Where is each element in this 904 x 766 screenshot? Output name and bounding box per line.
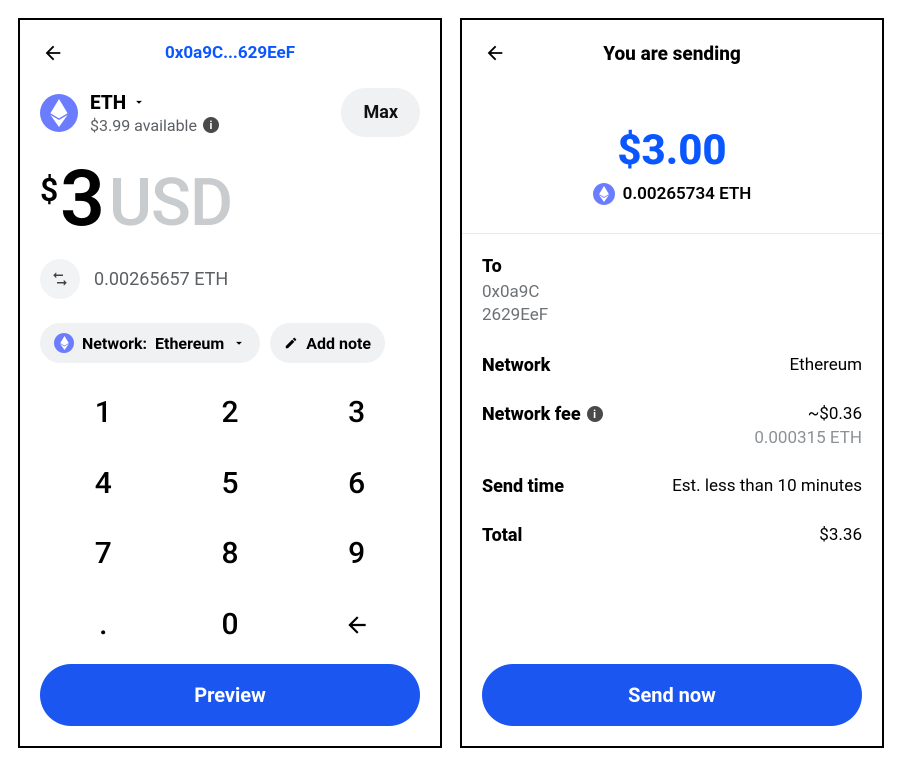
arrow-left-icon xyxy=(42,42,64,64)
asset-symbol: ETH xyxy=(90,91,126,114)
amount-display: $ 3 USD xyxy=(40,161,420,239)
key-2[interactable]: 2 xyxy=(167,377,294,448)
to-address-line1: 0x0a9C xyxy=(482,281,862,304)
key-7[interactable]: 7 xyxy=(40,519,167,590)
key-6[interactable]: 6 xyxy=(293,448,420,519)
key-5[interactable]: 5 xyxy=(167,448,294,519)
chevron-down-icon xyxy=(232,336,246,350)
network-label: Network xyxy=(482,355,550,376)
back-button[interactable] xyxy=(40,40,66,66)
ethereum-icon xyxy=(593,183,615,205)
page-title: You are sending xyxy=(508,42,836,65)
amount-eth: 0.00265734 ETH xyxy=(623,184,752,204)
key-0[interactable]: 0 xyxy=(167,589,294,660)
key-8[interactable]: 8 xyxy=(167,519,294,590)
options-row: Network: Ethereum Add note xyxy=(40,323,420,363)
key-dot[interactable]: . xyxy=(40,589,167,660)
amount-value: 3 xyxy=(60,161,103,239)
send-time-detail: Send time Est. less than 10 minutes xyxy=(482,476,862,497)
currency-code: USD xyxy=(109,171,232,237)
key-9[interactable]: 9 xyxy=(293,519,420,590)
preview-button[interactable]: Preview xyxy=(40,664,420,726)
header: You are sending xyxy=(482,34,862,72)
to-address-line2: 2629EeF xyxy=(482,304,862,327)
send-entry-screen: 0x0a9C...629EeF ETH $3.99 available i Ma… xyxy=(18,18,442,748)
swap-currency-button[interactable] xyxy=(40,259,80,299)
network-value: Ethereum xyxy=(790,355,863,375)
fee-eth: 0.000315 ETH xyxy=(754,428,862,448)
send-time-value: Est. less than 10 minutes xyxy=(672,476,862,496)
to-label: To xyxy=(482,256,862,277)
key-1[interactable]: 1 xyxy=(40,377,167,448)
header: 0x0a9C...629EeF xyxy=(40,34,420,72)
ethereum-icon xyxy=(54,333,74,353)
ethereum-icon xyxy=(40,94,78,132)
send-time-label: Send time xyxy=(482,476,564,497)
send-confirm-screen: You are sending $3.00 0.00265734 ETH To … xyxy=(460,18,884,748)
info-icon[interactable]: i xyxy=(587,406,603,422)
send-now-button[interactable]: Send now xyxy=(482,664,862,726)
amount-usd: $3.00 xyxy=(617,126,726,175)
conversion-row: 0.00265657 ETH xyxy=(40,259,420,299)
back-button[interactable] xyxy=(482,40,508,66)
add-note-label: Add note xyxy=(306,334,371,353)
arrow-left-icon xyxy=(344,612,370,638)
total-label: Total xyxy=(482,525,522,546)
info-icon[interactable]: i xyxy=(203,117,219,133)
arrow-left-icon xyxy=(484,42,506,64)
fee-detail: Network fee i ~$0.36 0.000315 ETH xyxy=(482,404,862,448)
total-value: $3.36 xyxy=(819,525,862,545)
key-backspace[interactable] xyxy=(293,589,420,660)
key-4[interactable]: 4 xyxy=(40,448,167,519)
add-note-button[interactable]: Add note xyxy=(270,323,385,363)
fee-label: Network fee xyxy=(482,404,581,425)
network-name: Ethereum xyxy=(155,334,224,353)
max-button[interactable]: Max xyxy=(341,88,420,137)
flex-spacer xyxy=(482,546,862,660)
network-prefix: Network: xyxy=(82,334,147,353)
divider xyxy=(462,233,882,234)
swap-icon xyxy=(51,270,69,288)
fee-usd: ~$0.36 xyxy=(754,404,862,424)
converted-amount: 0.00265657 ETH xyxy=(94,269,228,290)
asset-selector[interactable]: ETH $3.99 available i xyxy=(90,91,219,135)
confirm-amount: $3.00 0.00265734 ETH xyxy=(482,126,862,205)
recipient-detail: To 0x0a9C 2629EeF xyxy=(482,256,862,327)
pencil-icon xyxy=(284,336,298,350)
currency-symbol: $ xyxy=(40,161,58,209)
chevron-down-icon xyxy=(132,95,146,109)
total-detail: Total $3.36 xyxy=(482,525,862,546)
key-3[interactable]: 3 xyxy=(293,377,420,448)
network-selector[interactable]: Network: Ethereum xyxy=(40,323,260,363)
available-balance: $3.99 available xyxy=(90,116,197,135)
asset-selector-row: ETH $3.99 available i Max xyxy=(40,88,420,137)
network-detail: Network Ethereum xyxy=(482,355,862,376)
numeric-keypad: 1 2 3 4 5 6 7 8 9 . 0 xyxy=(40,377,420,660)
recipient-address[interactable]: 0x0a9C...629EeF xyxy=(66,43,394,63)
